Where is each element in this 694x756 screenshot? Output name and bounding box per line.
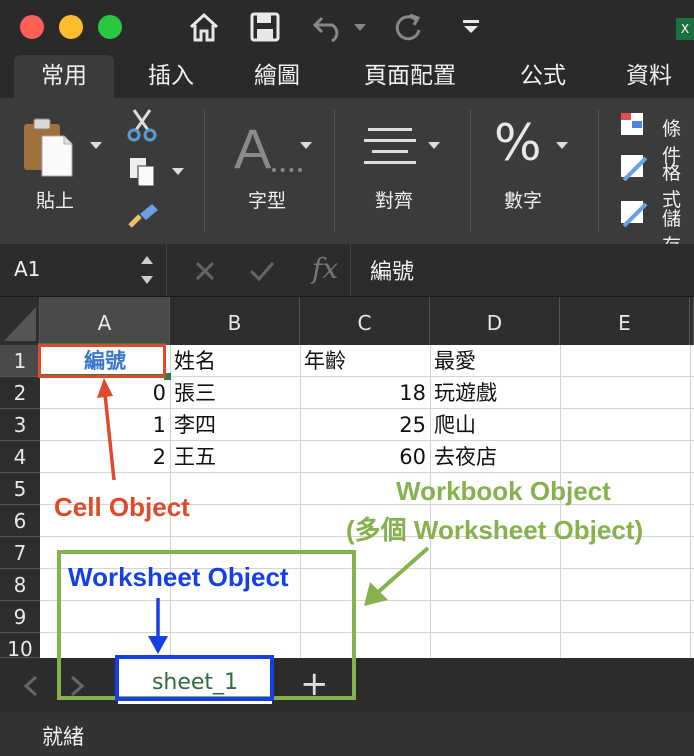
paste-dropdown-icon[interactable]: [90, 142, 102, 150]
percent-icon[interactable]: %: [494, 114, 542, 172]
font-underline-decoration: [272, 162, 302, 172]
formula-bar-separator: [350, 244, 351, 296]
row-header-5[interactable]: 5: [0, 473, 40, 505]
ribbon-tab-bar: 常用 插入 繪圖 頁面配置 公式 資料: [0, 55, 694, 98]
tab-insert[interactable]: 插入: [126, 55, 216, 98]
column-header-d[interactable]: D: [430, 297, 560, 345]
confirm-icon[interactable]: [248, 259, 276, 283]
cell-b1[interactable]: 姓名: [170, 345, 300, 377]
zoom-window-button[interactable]: [98, 15, 122, 39]
row-header-7[interactable]: 7: [0, 537, 40, 569]
column-header-e[interactable]: E: [560, 297, 690, 345]
row-header-1[interactable]: 1: [0, 345, 40, 377]
ribbon-separator: [598, 110, 599, 232]
format-as-table-icon[interactable]: [620, 154, 650, 182]
format-painter-icon[interactable]: [126, 202, 160, 230]
column-header-c[interactable]: C: [300, 297, 430, 345]
gridline: [690, 345, 691, 658]
formula-bar: A1 fx 編號: [0, 244, 694, 297]
align-icon[interactable]: [362, 126, 418, 166]
cell-object-highlight: [38, 344, 166, 378]
align-label: 對齊: [375, 190, 414, 212]
function-icon[interactable]: fx: [312, 252, 338, 285]
align-dropdown-icon[interactable]: [428, 142, 440, 150]
select-all-corner[interactable]: [0, 297, 40, 345]
tab-data[interactable]: 資料: [604, 55, 694, 98]
workbook-object-label: Workbook Object: [396, 476, 611, 506]
number-dropdown-icon[interactable]: [556, 142, 568, 150]
close-window-button[interactable]: [20, 15, 44, 39]
row-header-2[interactable]: 2: [0, 377, 40, 409]
cell-d4[interactable]: 去夜店: [430, 441, 560, 473]
cell-b3[interactable]: 李四: [170, 409, 300, 441]
status-bar: 就緒: [0, 712, 694, 756]
conditional-format-icon[interactable]: [620, 112, 650, 138]
status-text: 就緒: [42, 725, 84, 749]
font-dropdown-icon[interactable]: [300, 142, 312, 150]
tab-page-layout[interactable]: 頁面配置: [340, 55, 480, 98]
home-icon[interactable]: [187, 10, 221, 44]
row-header-6[interactable]: 6: [0, 505, 40, 537]
ribbon-separator: [204, 110, 205, 232]
row-header-4[interactable]: 4: [0, 441, 40, 473]
cell-b4[interactable]: 王五: [170, 441, 300, 473]
tab-draw[interactable]: 繪圖: [232, 55, 322, 98]
formula-content[interactable]: 編號: [370, 254, 414, 286]
cell-c3[interactable]: 25: [300, 409, 430, 441]
font-icon[interactable]: A: [234, 116, 271, 181]
save-icon[interactable]: [250, 12, 280, 42]
formula-bar-separator: [166, 244, 167, 296]
redo-icon[interactable]: [392, 12, 424, 44]
cell-d2[interactable]: 玩遊戲: [430, 377, 560, 409]
copy-icon[interactable]: [128, 156, 158, 188]
cancel-icon[interactable]: [194, 260, 216, 282]
cell-d3[interactable]: 爬山: [430, 409, 560, 441]
cell-styles-icon[interactable]: [620, 200, 650, 228]
row-header-10[interactable]: 10: [0, 633, 40, 661]
name-box-stepper-icon[interactable]: [139, 252, 155, 288]
name-box[interactable]: A1: [14, 257, 40, 281]
title-bar: X: [0, 0, 694, 55]
workbook-object-arrow: [364, 546, 430, 606]
ribbon: 貼上 A 字型 對齊 % 數字 條件 格式 儲存: [0, 98, 694, 257]
cell-object-arrow: [97, 378, 116, 481]
number-label: 數字: [504, 190, 543, 212]
row-header-9[interactable]: 9: [0, 601, 40, 633]
cell-object-label: Cell Object: [54, 492, 190, 522]
undo-dropdown-icon[interactable]: [354, 24, 366, 32]
clipboard-icon[interactable]: [22, 116, 76, 180]
worksheet-object-label: Worksheet Object: [68, 562, 289, 592]
scroll-left-icon[interactable]: [24, 676, 38, 696]
worksheet-object-highlight: [115, 655, 274, 701]
ribbon-separator: [470, 110, 471, 232]
row-header-3[interactable]: 3: [0, 409, 40, 441]
cell-d1[interactable]: 最愛: [430, 345, 560, 377]
cell-c4[interactable]: 60: [300, 441, 430, 473]
minimize-window-button[interactable]: [59, 15, 83, 39]
worksheet-object-arrow: [148, 598, 168, 654]
tab-formulas[interactable]: 公式: [498, 55, 588, 98]
excel-app-icon: X: [676, 18, 694, 40]
paste-label: 貼上: [36, 190, 75, 212]
column-header-b[interactable]: B: [170, 297, 300, 345]
copy-dropdown-icon[interactable]: [172, 168, 184, 176]
workbook-object-sublabel: (多個 Worksheet Object): [346, 515, 644, 545]
row-header-8[interactable]: 8: [0, 569, 40, 601]
cell-c2[interactable]: 18: [300, 377, 430, 409]
undo-icon[interactable]: [312, 14, 346, 42]
column-header-a[interactable]: A: [40, 297, 170, 345]
tab-home[interactable]: 常用: [14, 55, 114, 98]
cell-b2[interactable]: 張三: [170, 377, 300, 409]
cell-c1[interactable]: 年齡: [300, 345, 430, 377]
column-header-f[interactable]: [690, 297, 694, 345]
customize-toolbar-icon[interactable]: [461, 18, 481, 36]
font-label: 字型: [248, 190, 287, 212]
scissors-icon[interactable]: [126, 108, 158, 142]
ribbon-separator: [334, 110, 335, 232]
